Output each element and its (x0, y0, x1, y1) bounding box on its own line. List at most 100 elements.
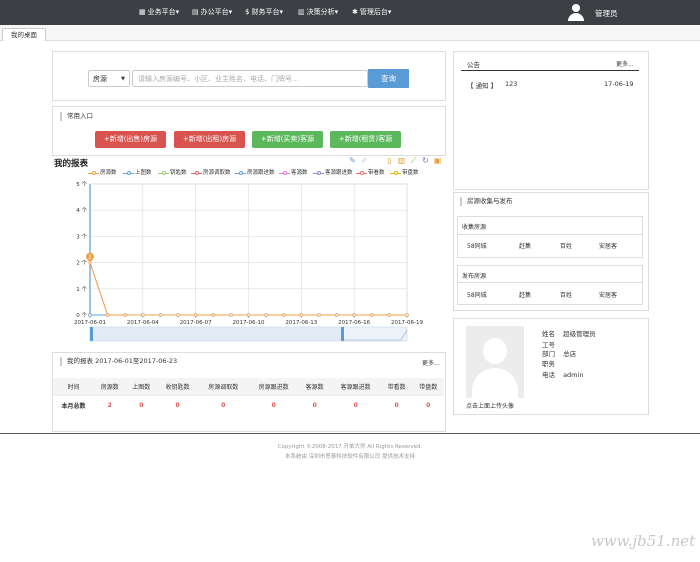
report-title: 我的报表 2017-06-01至2017-06-23 (60, 357, 177, 366)
dollar-icon: $ (245, 8, 250, 16)
nav-analysis[interactable]: ▥ 决策分析▾ (298, 7, 338, 17)
legend-item[interactable]: 带盘数 (390, 169, 419, 177)
zoom-slider-track (89, 326, 408, 342)
data-point (405, 313, 409, 317)
notice-date: 17-06-19 (604, 80, 634, 88)
bar-chart-icon[interactable]: ▥ (397, 156, 406, 165)
pencil-icon[interactable]: ✐ (360, 156, 369, 165)
zoom-slider-window (90, 327, 341, 341)
data-point (88, 313, 92, 317)
table-header: 房源数 (93, 378, 126, 396)
data-point (246, 313, 251, 317)
data-point (317, 313, 321, 317)
data-point (370, 313, 374, 317)
nav-office[interactable]: ▤ 办公平台▾ (192, 7, 232, 17)
data-point (158, 313, 163, 317)
restore-icon[interactable]: ↻ (421, 156, 430, 165)
add-lease-client-button[interactable]: +新增(租赁)客源 (330, 131, 401, 148)
avatar-placeholder[interactable] (466, 326, 524, 398)
notice-item[interactable]: 【 通知 】 123 17-06-19 (467, 80, 637, 90)
data-point (299, 313, 303, 317)
nav-business[interactable]: ▦ 业务平台▾ (139, 7, 179, 17)
data-point (317, 313, 321, 317)
data-point (229, 313, 233, 317)
calendar-icon: ▤ (192, 8, 199, 16)
legend-item[interactable]: 钥匙数 (158, 169, 187, 177)
notice-more-link[interactable]: 更多... (616, 59, 634, 68)
data-point (317, 313, 321, 317)
data-point (370, 313, 374, 317)
data-point (334, 313, 339, 317)
data-point (211, 313, 215, 317)
publish-site-anjuke[interactable]: 安居客 (599, 290, 617, 299)
data-point (317, 313, 321, 317)
add-buy-client-button[interactable]: +新增(买卖)客源 (252, 131, 323, 148)
data-point (334, 313, 339, 317)
data-point (264, 313, 268, 317)
search-button[interactable]: 查询 (368, 69, 409, 88)
data-point (334, 313, 339, 317)
add-sale-listing-button[interactable]: +新增(出售)房源 (95, 131, 166, 148)
brush-icon[interactable]: ✎ (348, 156, 357, 165)
data-point (106, 313, 110, 317)
data-point (211, 313, 215, 317)
dataview-icon[interactable]: ▯ (385, 156, 394, 165)
y-tick-label: 1 个 (76, 286, 87, 293)
legend-item[interactable]: 客源跟进数 (313, 169, 353, 177)
data-point (264, 313, 268, 317)
data-point (141, 313, 145, 317)
data-point (387, 313, 391, 317)
nav-finance[interactable]: $ 财务平台▾ (245, 7, 283, 17)
publish-site-ganji[interactable]: 赶集 (519, 290, 531, 299)
upload-avatar-hint[interactable]: 点击上面上传头像 (466, 401, 514, 410)
collect-site-ganji[interactable]: 赶集 (519, 241, 531, 250)
data-point (88, 313, 92, 317)
site-watermark: www.jb51.net (591, 532, 696, 550)
add-rent-listing-button[interactable]: +新增(出租)房源 (174, 131, 245, 148)
legend-item[interactable]: 房源跟进数 (235, 169, 275, 177)
line-chart-icon[interactable]: ⟋ (409, 156, 418, 165)
data-point (88, 313, 92, 317)
data-point (352, 313, 356, 317)
collect-site-anjuke[interactable]: 安居客 (599, 241, 617, 250)
legend-marker (88, 169, 99, 177)
data-point (387, 313, 391, 317)
legend-item[interactable]: 客源数 (279, 169, 308, 177)
table-header: 时间 (53, 378, 94, 396)
data-point (246, 313, 251, 317)
data-point (194, 313, 198, 317)
data-point (123, 313, 127, 317)
data-point (106, 313, 110, 317)
legend-item[interactable]: 带看数 (356, 169, 385, 177)
y-tick-label: 4 个 (76, 207, 87, 214)
publish-site-58[interactable]: 58同城 (467, 290, 487, 299)
data-point (352, 313, 356, 317)
nav-admin[interactable]: ✱ 管理后台▾ (352, 7, 391, 17)
legend-item[interactable]: 上图数 (123, 169, 152, 177)
data-point (334, 313, 339, 317)
data-point (299, 313, 303, 317)
data-point (282, 313, 286, 317)
legend-item[interactable]: 房源调取数 (191, 169, 231, 177)
y-tick-label: 3 个 (76, 233, 87, 240)
data-point (405, 313, 409, 317)
data-point (334, 313, 339, 317)
legend-item[interactable]: 房源数 (88, 169, 117, 177)
data-point (106, 313, 110, 317)
report-more-link[interactable]: 更多... (422, 358, 440, 367)
data-point (123, 313, 127, 317)
search-input[interactable] (132, 70, 368, 87)
search-type-select[interactable]: 房源 ▼ (88, 70, 130, 87)
legend-marker (235, 169, 246, 177)
collect-site-58[interactable]: 58同城 (467, 241, 487, 250)
save-image-icon[interactable]: ▣ (433, 156, 442, 165)
footer-copyright: Copyright ©2008-2017 开单大师 All Rights Res… (277, 444, 423, 450)
nav-business-label: 业务平台 (147, 8, 176, 16)
nav-finance-label: 财务平台 (251, 8, 280, 16)
publish-site-baixing[interactable]: 百姓 (560, 290, 572, 299)
profile-field-title: 职务 (542, 358, 561, 368)
data-point (194, 313, 198, 317)
collect-site-baixing[interactable]: 百姓 (560, 241, 572, 250)
tab-my-desktop[interactable]: 我的桌面 (2, 28, 46, 41)
data-point (282, 313, 286, 317)
